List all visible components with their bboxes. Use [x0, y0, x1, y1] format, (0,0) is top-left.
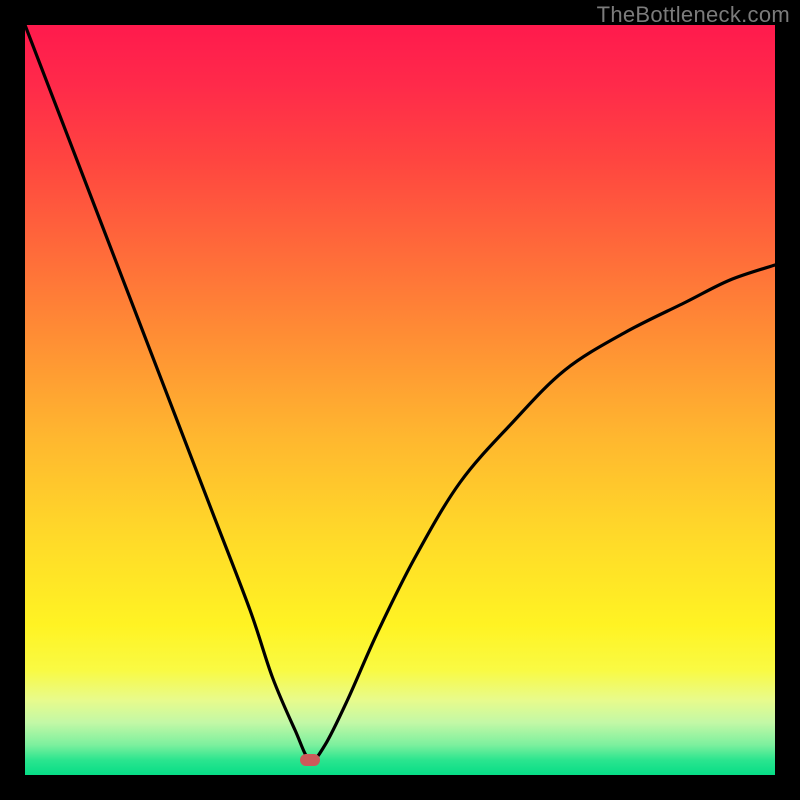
watermark-text: TheBottleneck.com: [597, 2, 790, 28]
curve-svg: [25, 25, 775, 775]
bottleneck-curve: [25, 25, 775, 760]
optimum-marker: [300, 754, 320, 766]
plot-area: [25, 25, 775, 775]
chart-frame: TheBottleneck.com: [0, 0, 800, 800]
